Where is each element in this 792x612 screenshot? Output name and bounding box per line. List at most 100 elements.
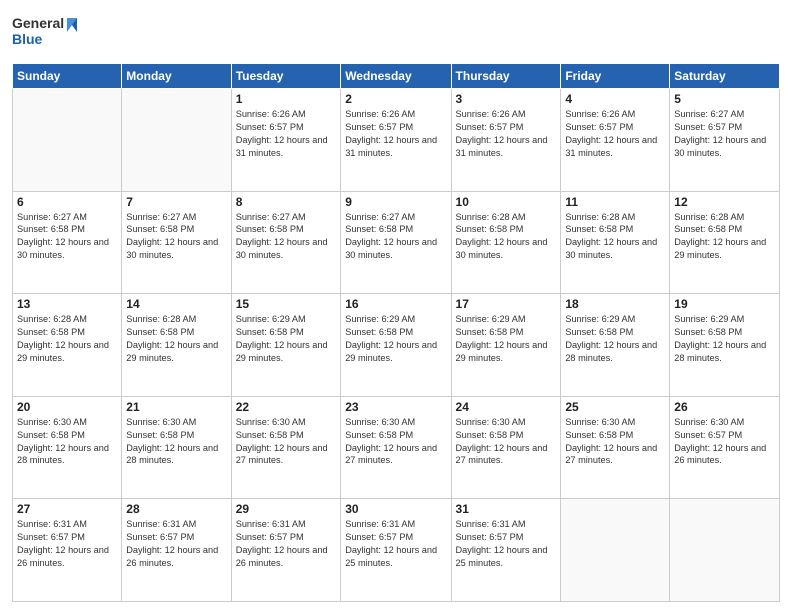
day-number: 1: [236, 92, 337, 106]
calendar-cell: 30Sunrise: 6:31 AM Sunset: 6:57 PM Dayli…: [341, 499, 451, 602]
day-number: 12: [674, 195, 775, 209]
calendar-cell: 11Sunrise: 6:28 AM Sunset: 6:58 PM Dayli…: [561, 191, 670, 294]
svg-text:General: General: [12, 15, 64, 31]
day-number: 27: [17, 502, 117, 516]
day-number: 29: [236, 502, 337, 516]
col-monday: Monday: [122, 64, 231, 89]
col-wednesday: Wednesday: [341, 64, 451, 89]
day-info: Sunrise: 6:28 AM Sunset: 6:58 PM Dayligh…: [456, 211, 557, 263]
calendar-cell: 1 Sunrise: 6:26 AM Sunset: 6:57 PM Daylig…: [231, 89, 341, 192]
day-number: 8: [236, 195, 337, 209]
day-number: 5: [674, 92, 775, 106]
calendar-cell: 20 Sunrise: 6:30 AM Sunset: 6:58 PM Dayli…: [13, 396, 122, 499]
col-tuesday: Tuesday: [231, 64, 341, 89]
day-number: 28: [126, 502, 226, 516]
day-info: Sunrise: 6:29 AM Sunset: 6:58 PM Dayligh…: [456, 313, 557, 365]
day-number: 13: [17, 297, 117, 311]
day-number: 15: [236, 297, 337, 311]
day-info: Sunrise: 6:26 AM Sunset: 6:57 PM Dayligh…: [236, 108, 337, 160]
day-info: Sunrise: 6:30 AM Sunset: 6:57 PM Dayligh…: [674, 416, 775, 468]
day-number: 21: [126, 400, 226, 414]
calendar-cell: 12 Sunrise: 6:28 AM Sunset: 6:58 PM Dayli…: [670, 191, 780, 294]
day-info: Sunrise: 6:27 AM Sunset: 6:57 PM Dayligh…: [674, 108, 775, 160]
day-info: Sunrise: 6:31 AM Sunset: 6:57 PM Dayligh…: [345, 518, 446, 570]
day-info: Sunrise: 6:30 AM Sunset: 6:58 PM Dayligh…: [17, 416, 117, 468]
calendar-week-row: 6 Sunrise: 6:27 AM Sunset: 6:58 PM Daylig…: [13, 191, 780, 294]
day-info: Sunrise: 6:28 AM Sunset: 6:58 PM Dayligh…: [674, 211, 775, 263]
calendar-cell: [122, 89, 231, 192]
calendar-cell: 2 Sunrise: 6:26 AM Sunset: 6:57 PM Daylig…: [341, 89, 451, 192]
calendar-cell: 7 Sunrise: 6:27 AM Sunset: 6:58 PM Daylig…: [122, 191, 231, 294]
day-info: Sunrise: 6:30 AM Sunset: 6:58 PM Dayligh…: [456, 416, 557, 468]
day-number: 23: [345, 400, 446, 414]
calendar-cell: 4Sunrise: 6:26 AM Sunset: 6:57 PM Daylig…: [561, 89, 670, 192]
calendar-cell: 23 Sunrise: 6:30 AM Sunset: 6:58 PM Dayli…: [341, 396, 451, 499]
calendar-cell: 28 Sunrise: 6:31 AM Sunset: 6:57 PM Dayli…: [122, 499, 231, 602]
day-info: Sunrise: 6:27 AM Sunset: 6:58 PM Dayligh…: [17, 211, 117, 263]
calendar-cell: [561, 499, 670, 602]
day-info: Sunrise: 6:28 AM Sunset: 6:58 PM Dayligh…: [565, 211, 665, 263]
day-info: Sunrise: 6:30 AM Sunset: 6:58 PM Dayligh…: [345, 416, 446, 468]
calendar-cell: 26 Sunrise: 6:30 AM Sunset: 6:57 PM Dayli…: [670, 396, 780, 499]
col-thursday: Thursday: [451, 64, 561, 89]
day-number: 3: [456, 92, 557, 106]
day-info: Sunrise: 6:29 AM Sunset: 6:58 PM Dayligh…: [565, 313, 665, 365]
day-info: Sunrise: 6:29 AM Sunset: 6:58 PM Dayligh…: [236, 313, 337, 365]
day-number: 31: [456, 502, 557, 516]
calendar-cell: 10 Sunrise: 6:28 AM Sunset: 6:58 PM Dayli…: [451, 191, 561, 294]
col-sunday: Sunday: [13, 64, 122, 89]
day-info: Sunrise: 6:29 AM Sunset: 6:58 PM Dayligh…: [674, 313, 775, 365]
calendar-cell: 21 Sunrise: 6:30 AM Sunset: 6:58 PM Dayli…: [122, 396, 231, 499]
calendar-cell: 29 Sunrise: 6:31 AM Sunset: 6:57 PM Dayli…: [231, 499, 341, 602]
calendar-week-row: 20 Sunrise: 6:30 AM Sunset: 6:58 PM Dayli…: [13, 396, 780, 499]
day-info: Sunrise: 6:28 AM Sunset: 6:58 PM Dayligh…: [126, 313, 226, 365]
day-number: 17: [456, 297, 557, 311]
day-number: 18: [565, 297, 665, 311]
day-info: Sunrise: 6:31 AM Sunset: 6:57 PM Dayligh…: [236, 518, 337, 570]
day-number: 26: [674, 400, 775, 414]
day-info: Sunrise: 6:26 AM Sunset: 6:57 PM Dayligh…: [565, 108, 665, 160]
day-number: 6: [17, 195, 117, 209]
calendar-cell: 5 Sunrise: 6:27 AM Sunset: 6:57 PM Daylig…: [670, 89, 780, 192]
day-number: 9: [345, 195, 446, 209]
logo-icon: General Blue: [12, 10, 82, 50]
header: General Blue: [12, 10, 780, 55]
day-number: 25: [565, 400, 665, 414]
day-info: Sunrise: 6:29 AM Sunset: 6:58 PM Dayligh…: [345, 313, 446, 365]
calendar-cell: 15 Sunrise: 6:29 AM Sunset: 6:58 PM Dayli…: [231, 294, 341, 397]
calendar-week-row: 13 Sunrise: 6:28 AM Sunset: 6:58 PM Dayli…: [13, 294, 780, 397]
day-number: 16: [345, 297, 446, 311]
day-number: 10: [456, 195, 557, 209]
calendar-cell: 3Sunrise: 6:26 AM Sunset: 6:57 PM Daylig…: [451, 89, 561, 192]
calendar-cell: 22 Sunrise: 6:30 AM Sunset: 6:58 PM Dayli…: [231, 396, 341, 499]
day-number: 19: [674, 297, 775, 311]
day-info: Sunrise: 6:28 AM Sunset: 6:58 PM Dayligh…: [17, 313, 117, 365]
calendar-table: Sunday Monday Tuesday Wednesday Thursday…: [12, 63, 780, 602]
calendar-cell: [670, 499, 780, 602]
calendar-header-row: Sunday Monday Tuesday Wednesday Thursday…: [13, 64, 780, 89]
day-number: 20: [17, 400, 117, 414]
svg-text:Blue: Blue: [12, 31, 43, 47]
calendar-cell: 14 Sunrise: 6:28 AM Sunset: 6:58 PM Dayli…: [122, 294, 231, 397]
col-saturday: Saturday: [670, 64, 780, 89]
calendar-cell: 6 Sunrise: 6:27 AM Sunset: 6:58 PM Daylig…: [13, 191, 122, 294]
day-number: 14: [126, 297, 226, 311]
day-number: 2: [345, 92, 446, 106]
col-friday: Friday: [561, 64, 670, 89]
calendar-cell: 9Sunrise: 6:27 AM Sunset: 6:58 PM Daylig…: [341, 191, 451, 294]
day-number: 22: [236, 400, 337, 414]
day-info: Sunrise: 6:26 AM Sunset: 6:57 PM Dayligh…: [345, 108, 446, 160]
calendar-cell: 16 Sunrise: 6:29 AM Sunset: 6:58 PM Dayli…: [341, 294, 451, 397]
day-info: Sunrise: 6:30 AM Sunset: 6:58 PM Dayligh…: [126, 416, 226, 468]
day-number: 7: [126, 195, 226, 209]
calendar-cell: 19 Sunrise: 6:29 AM Sunset: 6:58 PM Dayli…: [670, 294, 780, 397]
day-info: Sunrise: 6:31 AM Sunset: 6:57 PM Dayligh…: [126, 518, 226, 570]
logo: General Blue: [12, 10, 82, 55]
day-info: Sunrise: 6:31 AM Sunset: 6:57 PM Dayligh…: [456, 518, 557, 570]
day-info: Sunrise: 6:30 AM Sunset: 6:58 PM Dayligh…: [236, 416, 337, 468]
day-info: Sunrise: 6:30 AM Sunset: 6:58 PM Dayligh…: [565, 416, 665, 468]
day-info: Sunrise: 6:27 AM Sunset: 6:58 PM Dayligh…: [126, 211, 226, 263]
day-info: Sunrise: 6:31 AM Sunset: 6:57 PM Dayligh…: [17, 518, 117, 570]
calendar-cell: 31 Sunrise: 6:31 AM Sunset: 6:57 PM Dayli…: [451, 499, 561, 602]
calendar-week-row: 1 Sunrise: 6:26 AM Sunset: 6:57 PM Daylig…: [13, 89, 780, 192]
